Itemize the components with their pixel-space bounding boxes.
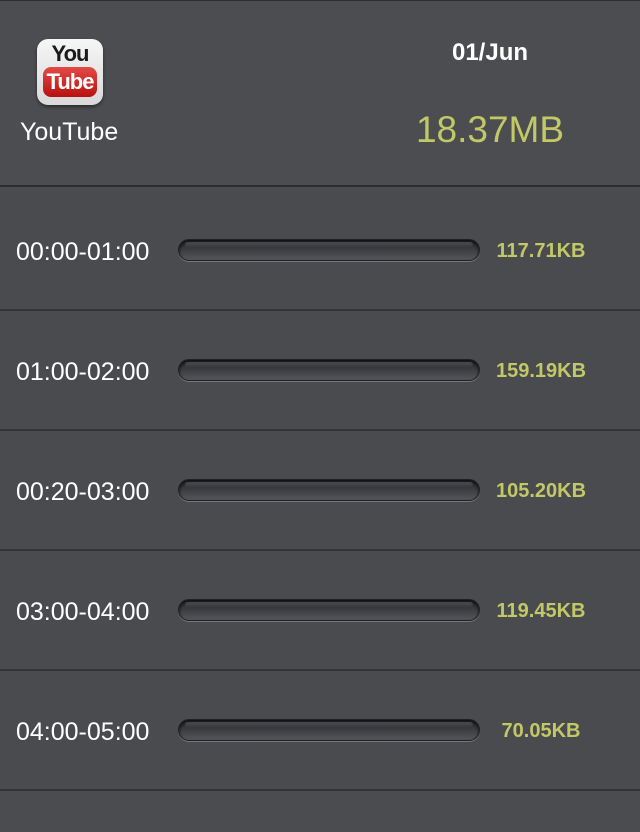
usage-bar bbox=[178, 599, 480, 621]
time-range-label: 01:00-02:00 bbox=[16, 358, 150, 386]
total-usage: 18.37MB bbox=[415, 109, 565, 150]
usage-amount: 105.20KB bbox=[495, 480, 587, 502]
usage-amount: 159.19KB bbox=[495, 360, 587, 382]
usage-date: 01/Jun bbox=[451, 39, 529, 66]
hourly-usage-row[interactable]: 00:20-03:00 105.20KB bbox=[0, 431, 640, 551]
time-range-label: 00:20-03:00 bbox=[16, 478, 150, 506]
usage-bar bbox=[178, 239, 480, 261]
usage-bar bbox=[178, 719, 480, 741]
app-name: YouTube bbox=[20, 118, 119, 146]
time-range-label: 04:00-05:00 bbox=[16, 718, 150, 746]
usage-amount: 119.45KB bbox=[496, 600, 586, 622]
icon-text-you: You bbox=[51, 41, 90, 66]
usage-amount: 70.05KB bbox=[501, 720, 581, 742]
usage-amount: 117.71KB bbox=[496, 240, 586, 262]
hourly-usage-row[interactable]: 00:00-01:00 117.71KB bbox=[0, 191, 640, 311]
hourly-usage-row[interactable]: 03:00-04:00 119.45KB bbox=[0, 551, 640, 671]
icon-text-tube: Tube bbox=[43, 67, 97, 97]
usage-bar bbox=[178, 479, 480, 501]
app-usage-header: You Tube YouTube 01/Jun 18.37MB bbox=[0, 0, 640, 187]
hourly-usage-row[interactable]: 01:00-02:00 159.19KB bbox=[0, 311, 640, 431]
hourly-usage-row[interactable]: 04:00-05:00 70.05KB bbox=[0, 671, 640, 791]
time-range-label: 03:00-04:00 bbox=[16, 598, 150, 626]
usage-screen: You Tube YouTube 01/Jun 18.37MB 00:00-01… bbox=[0, 0, 640, 832]
usage-bar bbox=[178, 359, 480, 381]
time-range-label: 00:00-01:00 bbox=[16, 238, 150, 266]
youtube-app-icon: You Tube bbox=[37, 39, 103, 105]
